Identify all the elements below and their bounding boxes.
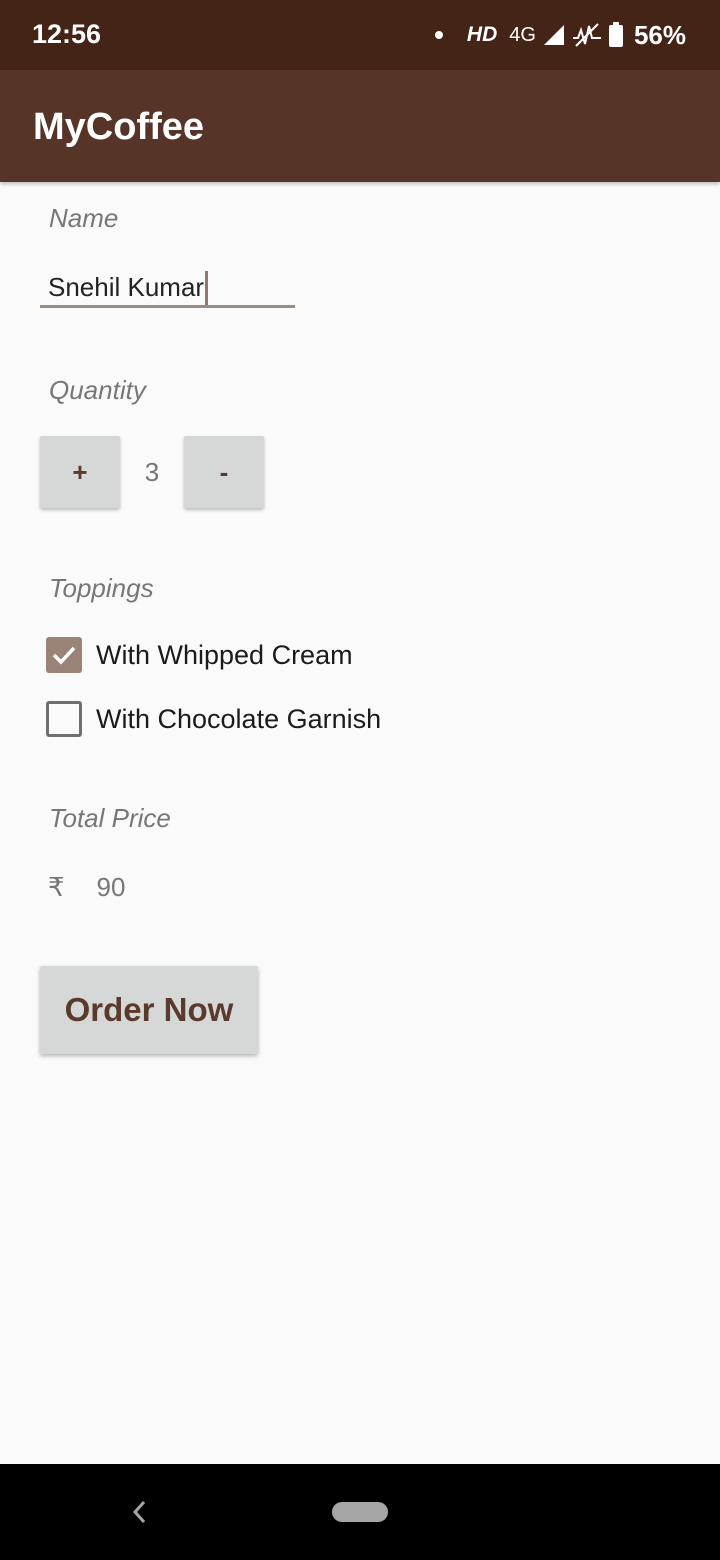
- status-time: 12:56: [32, 19, 102, 49]
- name-input-value: Snehil Kumar: [48, 272, 205, 302]
- quantity-value: 3: [144, 456, 160, 487]
- home-pill-icon[interactable]: [332, 1502, 388, 1522]
- battery-icon: [608, 22, 623, 47]
- signal-icon: [543, 25, 564, 45]
- battery-percent: 56%: [633, 19, 686, 50]
- chocolate-garnish-checkbox-row[interactable]: With Chocolate Garnish: [46, 699, 381, 739]
- whipped-cream-label: With Whipped Cream: [96, 639, 353, 670]
- app-bar: MyCoffee: [0, 70, 720, 182]
- hd-indicator: HD: [466, 23, 498, 46]
- currency-symbol: ₹: [48, 872, 65, 902]
- text-cursor: [205, 270, 209, 305]
- quantity-label: Quantity: [49, 375, 146, 405]
- checkmark-icon: [52, 646, 76, 665]
- decrement-button[interactable]: -: [184, 436, 264, 508]
- total-price-label: Total Price: [49, 803, 171, 833]
- name-input[interactable]: Snehil Kumar: [40, 262, 295, 308]
- total-price-value: 90: [96, 872, 126, 902]
- navigation-bar: [0, 1464, 720, 1560]
- back-icon[interactable]: [126, 1496, 152, 1528]
- chocolate-garnish-checkbox[interactable]: [46, 701, 82, 737]
- status-icons: HD 4G 56%: [434, 18, 686, 52]
- increment-button[interactable]: +: [40, 436, 120, 508]
- notification-dot-icon: [434, 31, 443, 39]
- name-label: Name: [49, 203, 119, 233]
- no-data-icon: [572, 23, 601, 47]
- whipped-cream-checkbox[interactable]: [46, 637, 82, 673]
- status-bar: 12:56 HD 4G 56%: [0, 0, 720, 70]
- whipped-cream-checkbox-row[interactable]: With Whipped Cream: [46, 635, 353, 675]
- order-now-button[interactable]: Order Now: [40, 966, 258, 1054]
- total-price: ₹ 90: [48, 872, 125, 903]
- network-type: 4G: [509, 23, 536, 46]
- app-title: MyCoffee: [33, 106, 205, 148]
- chocolate-garnish-label: With Chocolate Garnish: [96, 703, 382, 734]
- toppings-label: Toppings: [49, 573, 154, 603]
